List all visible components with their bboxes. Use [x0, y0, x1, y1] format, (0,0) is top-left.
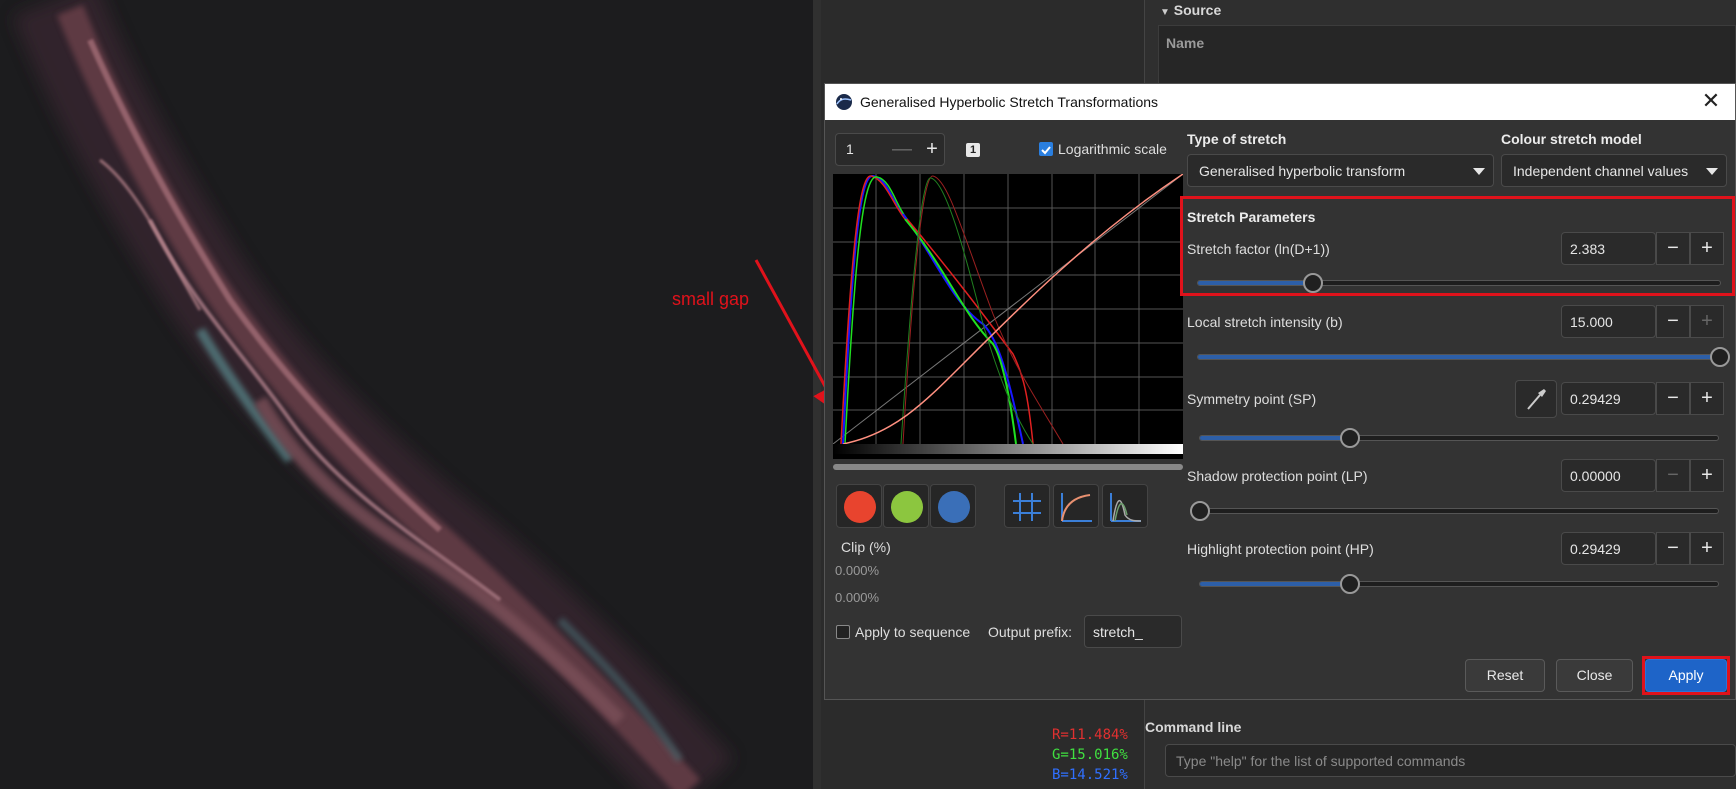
dialog-titlebar[interactable]: Generalised Hyperbolic Stretch Transform… [825, 84, 1735, 120]
dropdown-arrow-icon [1706, 168, 1718, 175]
shadow-protection-slider[interactable] [1190, 501, 1719, 521]
colour-model-value: Independent channel values [1513, 163, 1689, 179]
log-scale-checkbox[interactable] [1039, 142, 1053, 156]
local-intensity-label: Local stretch intensity (b) [1187, 314, 1343, 330]
local-intensity-minus[interactable]: − [1656, 305, 1690, 338]
grid-icon [1013, 493, 1041, 521]
histogram-graph [832, 173, 1184, 454]
green-channel-button[interactable] [883, 484, 929, 528]
clip-label: Clip (%) [841, 539, 891, 555]
shadow-protection-value: 0.00000 [1570, 468, 1621, 484]
output-prefix-label: Output prefix: [988, 624, 1073, 640]
symmetry-point-plus[interactable]: + [1690, 382, 1724, 415]
type-of-stretch-label: Type of stretch [1187, 131, 1287, 147]
symmetry-point-label: Symmetry point (SP) [1187, 391, 1317, 407]
highlight-protection-plus[interactable]: + [1690, 532, 1724, 565]
symmetry-point-input[interactable]: 0.29429 [1561, 382, 1656, 415]
log-scale-label: Logarithmic scale [1058, 141, 1167, 157]
eyedropper-button[interactable] [1515, 380, 1557, 418]
clip-high-value: 0.000% [835, 590, 880, 605]
zoom-minus-button[interactable]: — [887, 135, 917, 165]
green-circle-icon [891, 491, 923, 523]
red-circle-icon [844, 491, 876, 523]
type-of-stretch-value: Generalised hyperbolic transform [1199, 163, 1406, 179]
output-prefix-value: stretch_ [1093, 624, 1143, 640]
clip-low-value: 0.000% [835, 563, 880, 578]
reset-button[interactable]: Reset [1465, 659, 1545, 692]
histogram-scrollbar[interactable] [833, 464, 1183, 470]
apply-to-sequence-checkbox[interactable] [836, 625, 850, 639]
highlight-protection-input[interactable]: 0.29429 [1561, 532, 1656, 565]
curve-icon [1061, 493, 1092, 522]
slider-handle[interactable] [1190, 501, 1210, 521]
blue-circle-icon [938, 491, 970, 523]
symmetry-point-value: 0.29429 [1570, 391, 1621, 407]
output-prefix-input[interactable]: stretch_ [1084, 615, 1182, 648]
slider-fill [1200, 436, 1350, 440]
close-icon[interactable]: ✕ [1699, 89, 1723, 113]
highlight-protection-minus[interactable]: − [1656, 532, 1690, 565]
slider-handle[interactable] [1340, 428, 1360, 448]
red-channel-button[interactable] [836, 484, 882, 528]
shadow-protection-input[interactable]: 0.00000 [1561, 459, 1656, 492]
siril-app-icon [836, 94, 852, 110]
histogram-icon [1110, 493, 1142, 522]
shadow-protection-minus[interactable]: − [1656, 459, 1690, 492]
shadow-protection-label: Shadow protection point (LP) [1187, 468, 1368, 484]
zoom-badge[interactable]: 1 [966, 143, 980, 157]
colour-model-select[interactable]: Independent channel values [1501, 154, 1727, 187]
symmetry-point-slider[interactable] [1199, 428, 1719, 448]
dropdown-arrow-icon [1473, 168, 1485, 175]
slider-handle[interactable] [1340, 574, 1360, 594]
checkmark-icon [1041, 146, 1051, 155]
histogram-view[interactable] [832, 173, 1184, 459]
slider-handle[interactable] [1710, 347, 1730, 367]
local-intensity-plus[interactable]: + [1690, 305, 1724, 338]
shadow-protection-plus[interactable]: + [1690, 459, 1724, 492]
curve-toggle-button[interactable] [1053, 484, 1099, 528]
apply-to-sequence-label: Apply to sequence [855, 624, 971, 640]
type-of-stretch-select[interactable]: Generalised hyperbolic transform [1187, 154, 1494, 187]
zoom-plus-button[interactable]: + [917, 135, 947, 165]
annotation-highlight-box [1180, 196, 1735, 296]
slider-fill [1198, 355, 1720, 359]
ght-dialog: Generalised Hyperbolic Stretch Transform… [824, 83, 1736, 700]
eyedropper-icon [1527, 389, 1546, 410]
local-intensity-slider[interactable] [1197, 347, 1730, 367]
zoom-value: 1 [846, 141, 854, 157]
local-intensity-value: 15.000 [1570, 314, 1613, 330]
app-root: ▼ Source Name R=11.484% G=15.016% B=14.5… [0, 0, 1736, 789]
colour-model-label: Colour stretch model [1501, 131, 1642, 147]
slider-fill [1200, 582, 1350, 586]
symmetry-point-minus[interactable]: − [1656, 382, 1690, 415]
annotation-apply-box [1642, 656, 1730, 695]
histogram-toggle-button[interactable] [1102, 484, 1148, 528]
highlight-protection-label: Highlight protection point (HP) [1187, 541, 1374, 557]
highlight-protection-slider[interactable] [1199, 574, 1719, 594]
grid-toggle-button[interactable] [1004, 484, 1050, 528]
highlight-protection-value: 0.29429 [1570, 541, 1621, 557]
close-button[interactable]: Close [1556, 659, 1633, 692]
local-intensity-input[interactable]: 15.000 [1561, 305, 1656, 338]
blue-channel-button[interactable] [930, 484, 976, 528]
dialog-title: Generalised Hyperbolic Stretch Transform… [860, 94, 1159, 110]
